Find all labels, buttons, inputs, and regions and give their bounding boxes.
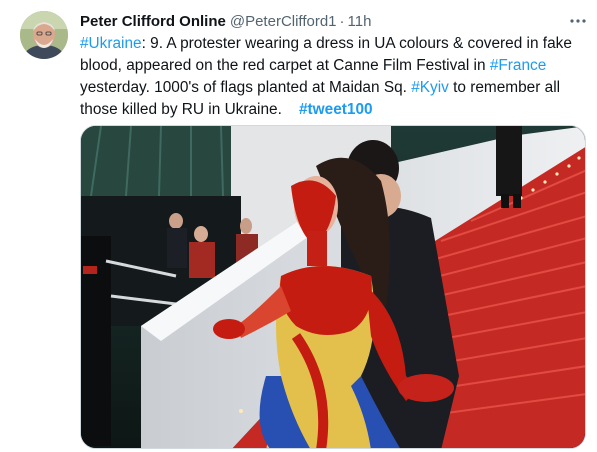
avatar[interactable]	[20, 11, 68, 59]
timestamp[interactable]: 11h	[348, 13, 372, 30]
tweet-text-line: blood, appeared on the red carpet at Can…	[80, 55, 588, 77]
tweet-text-segment: yesterday. 1000's of flags planted at Ma…	[80, 79, 412, 96]
tweet-text-segment: to remember all	[448, 79, 561, 96]
tweet-text-segment: blood, appeared on the red carpet at Can…	[80, 57, 490, 74]
tweet-text-segment: those killed by RU in Ukraine.	[80, 101, 299, 118]
tweet-text-line: #Ukraine: 9. A protester wearing a dress…	[80, 33, 588, 55]
tweet-text-segment: : 9. A protester wearing a dress in UA c…	[141, 35, 572, 52]
hashtag-link[interactable]: #Kyiv	[411, 79, 449, 96]
tweet-text: #Ukraine: 9. A protester wearing a dress…	[80, 33, 588, 121]
tweet-text-line: those killed by RU in Ukraine. #tweet100	[80, 99, 588, 121]
separator-dot: ·	[339, 12, 345, 30]
tweet-photo[interactable]	[80, 125, 586, 449]
hashtag-link[interactable]: #France	[490, 57, 546, 74]
hashtag-link[interactable]: #tweet100	[299, 101, 373, 118]
tweet-header: Peter Clifford Online @PeterClifford1 · …	[80, 11, 585, 31]
display-name[interactable]: Peter Clifford Online	[80, 13, 226, 30]
user-handle[interactable]: @PeterClifford1	[230, 13, 337, 30]
more-options-button[interactable]	[567, 10, 589, 32]
tweet-text-line: yesterday. 1000's of flags planted at Ma…	[80, 77, 588, 99]
protester-photo	[81, 126, 585, 448]
tweet: Peter Clifford Online @PeterClifford1 · …	[0, 0, 597, 452]
hashtag-link[interactable]: #Ukraine	[80, 35, 142, 52]
ellipsis-horizontal-icon	[570, 19, 586, 23]
avatar-image	[20, 11, 68, 59]
